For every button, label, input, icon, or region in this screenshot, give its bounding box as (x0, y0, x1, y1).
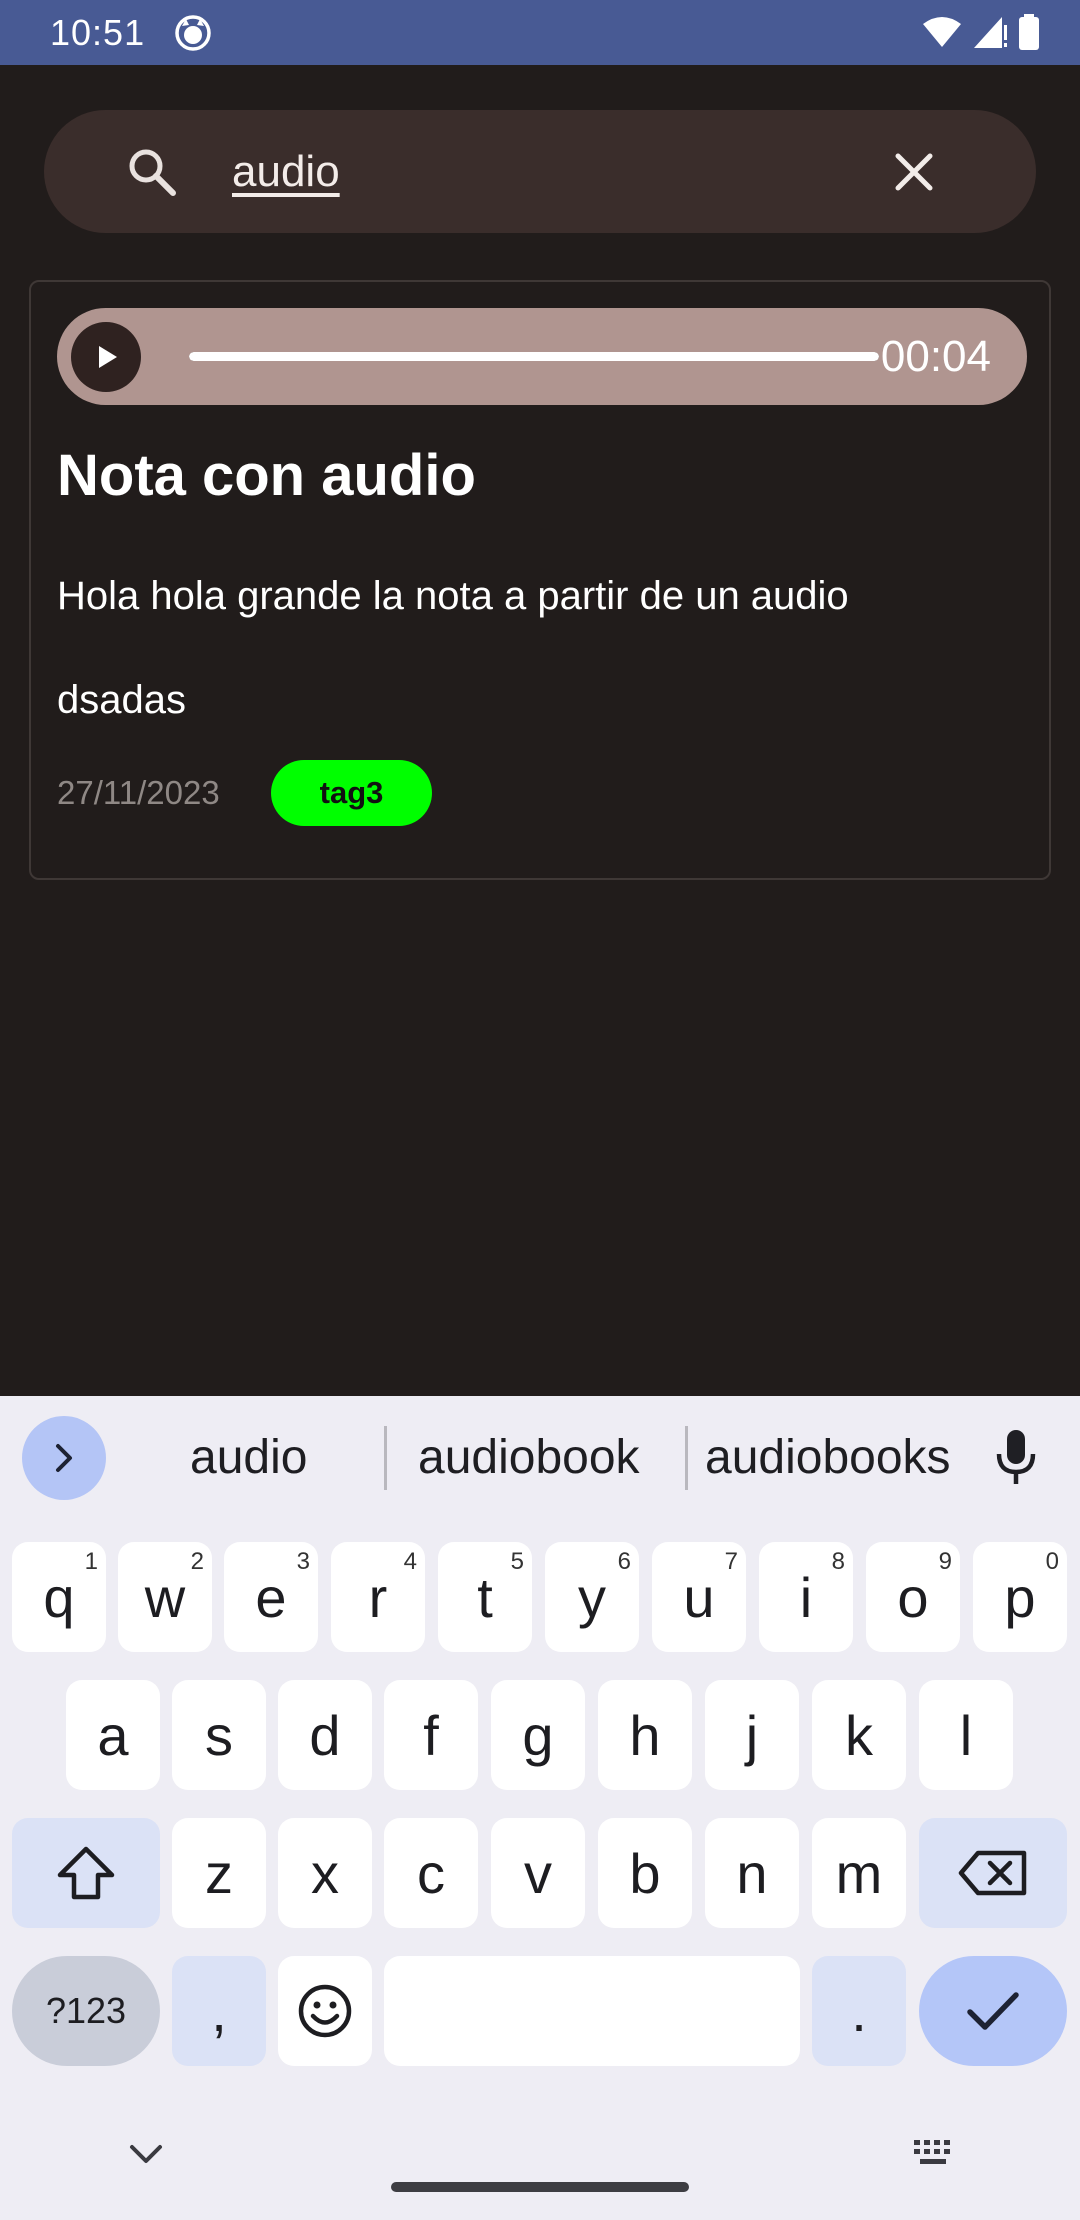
enter-key[interactable] (919, 1956, 1067, 2066)
key-n[interactable]: n (705, 1818, 799, 1928)
symbols-key[interactable]: ?123 (12, 1956, 160, 2066)
key-z[interactable]: z (172, 1818, 266, 1928)
tag-chip[interactable]: tag3 (271, 760, 432, 826)
app-notification-icon (175, 15, 211, 51)
space-key[interactable] (384, 1956, 800, 2066)
wifi-icon (923, 17, 961, 47)
backspace-icon (958, 1850, 1027, 1896)
key-hint: 3 (296, 1548, 310, 1575)
audio-progress-fill (189, 352, 879, 361)
key-d[interactable]: d (278, 1680, 372, 1790)
key-hint: 0 (1045, 1548, 1059, 1575)
hide-keyboard-icon[interactable] (128, 2142, 164, 2166)
key-label: e (255, 1565, 287, 1629)
key-s[interactable]: s (172, 1680, 266, 1790)
key-hint: 1 (84, 1548, 98, 1575)
key-f[interactable]: f (384, 1680, 478, 1790)
key-i[interactable]: i8 (759, 1542, 853, 1652)
key-hint: 6 (617, 1548, 631, 1575)
chevron-right-icon (56, 1444, 72, 1472)
status-icons (922, 12, 1040, 52)
play-button[interactable] (71, 322, 141, 392)
audio-duration: 00:04 (880, 332, 991, 381)
soft-keyboard: audio audiobook audiobooks q1 w2 e3 r4 t… (0, 1396, 1080, 2220)
key-label: p (1004, 1565, 1036, 1629)
suggestion-strip: audio audiobook audiobooks (0, 1396, 1080, 1522)
search-input[interactable] (232, 140, 872, 204)
key-h[interactable]: h (598, 1680, 692, 1790)
key-hint: 7 (724, 1548, 738, 1575)
key-g[interactable]: g (491, 1680, 585, 1790)
key-label: u (683, 1565, 715, 1629)
suggestion-divider (384, 1426, 387, 1490)
shift-icon (57, 1846, 115, 1900)
key-b[interactable]: b (598, 1818, 692, 1928)
key-w[interactable]: w2 (118, 1542, 212, 1652)
key-m[interactable]: m (812, 1818, 906, 1928)
search-bar[interactable] (44, 110, 1036, 233)
key-u[interactable]: u7 (652, 1542, 746, 1652)
key-label: r (368, 1565, 388, 1629)
emoji-icon (298, 1984, 352, 2038)
note-body: Hola hola grande la nota a partir de un … (57, 574, 849, 722)
key-label: y (578, 1565, 606, 1629)
comma-key[interactable]: , (172, 1956, 266, 2066)
microphone-icon[interactable] (992, 1428, 1040, 1486)
key-q[interactable]: q1 (12, 1542, 106, 1652)
suggestion-3[interactable]: audiobooks (705, 1430, 951, 1485)
key-label: w (144, 1565, 186, 1629)
key-k[interactable]: k (812, 1680, 906, 1790)
key-p[interactable]: p0 (973, 1542, 1067, 1652)
search-icon (129, 149, 176, 196)
key-j[interactable]: j (705, 1680, 799, 1790)
keyboard-switch-icon[interactable] (912, 2138, 958, 2170)
play-icon (99, 346, 117, 368)
key-x[interactable]: x (278, 1818, 372, 1928)
note-title: Nota con audio (57, 443, 476, 508)
key-hint: 2 (190, 1548, 204, 1575)
audio-player: 00:04 (57, 308, 1027, 405)
key-o[interactable]: o9 (866, 1542, 960, 1652)
audio-progress-bar[interactable] (189, 352, 879, 361)
status-time: 10:51 (50, 12, 146, 53)
note-date: 27/11/2023 (57, 774, 220, 811)
key-label: o (897, 1565, 929, 1629)
backspace-key[interactable] (919, 1818, 1067, 1928)
key-e[interactable]: e3 (224, 1542, 318, 1652)
close-icon[interactable] (892, 150, 936, 194)
key-label: t (477, 1565, 493, 1629)
key-hint: 8 (831, 1548, 845, 1575)
key-v[interactable]: v (491, 1818, 585, 1928)
expand-toolbar-button[interactable] (22, 1416, 106, 1500)
key-label: i (799, 1565, 813, 1629)
key-r[interactable]: r4 (331, 1542, 425, 1652)
period-key[interactable]: . (812, 1956, 906, 2066)
suggestion-divider (685, 1426, 688, 1490)
key-hint: 5 (510, 1548, 524, 1575)
suggestion-2[interactable]: audiobook (418, 1430, 640, 1485)
shift-key[interactable] (12, 1818, 160, 1928)
key-hint: 4 (403, 1548, 417, 1575)
key-l[interactable]: l (919, 1680, 1013, 1790)
status-bar: 10:51 (0, 0, 1080, 65)
signal-icon (974, 17, 1007, 48)
battery-icon (1019, 14, 1039, 50)
key-label: q (43, 1565, 75, 1629)
check-icon (967, 1992, 1019, 2030)
note-card[interactable]: 00:04 Nota con audio Hola hola grande la… (29, 280, 1051, 880)
key-t[interactable]: t5 (438, 1542, 532, 1652)
key-a[interactable]: a (66, 1680, 160, 1790)
key-hint: 9 (938, 1548, 952, 1575)
emoji-key[interactable] (278, 1956, 372, 2066)
home-indicator[interactable] (391, 2182, 689, 2192)
suggestion-1[interactable]: audio (190, 1430, 307, 1485)
key-c[interactable]: c (384, 1818, 478, 1928)
key-y[interactable]: y6 (545, 1542, 639, 1652)
